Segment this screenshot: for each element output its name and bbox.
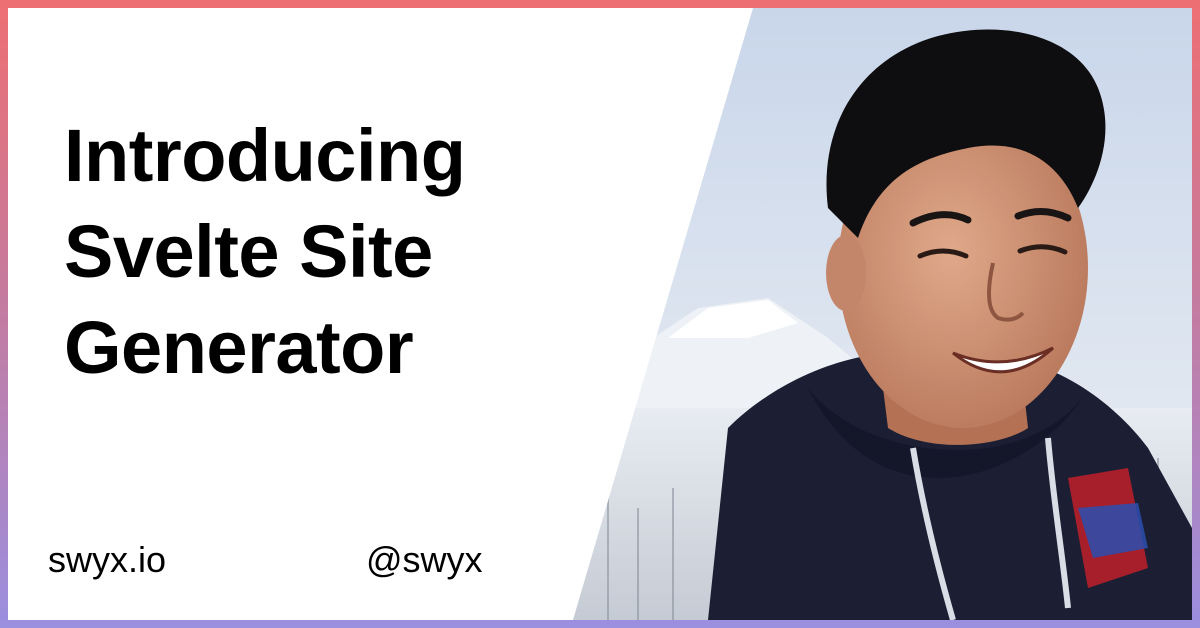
gradient-border-frame: Introducing Svelte Site Generator swyx.i… (0, 0, 1200, 628)
social-card: Introducing Svelte Site Generator swyx.i… (8, 8, 1192, 620)
social-handle[interactable]: @swyx (366, 538, 483, 582)
page-title: Introducing Svelte Site Generator (64, 114, 466, 389)
website-link[interactable]: swyx.io (48, 538, 166, 582)
